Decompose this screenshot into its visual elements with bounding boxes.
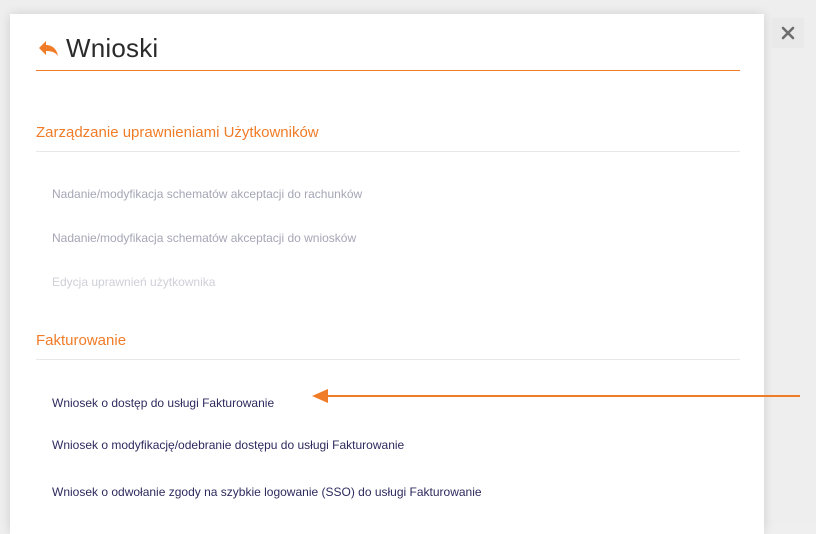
arrow-back-icon	[39, 41, 58, 56]
link-invoicing-access-request[interactable]: Wniosek o dostęp do usługi Fakturowanie	[52, 396, 274, 410]
dialog-title: Wnioski	[66, 32, 159, 63]
link-edit-user-permissions[interactable]: Edycja uprawnień użytkownika	[52, 275, 215, 289]
link-request-approval-schemes[interactable]: Nadanie/modyfikacja schematów akceptacji…	[52, 231, 356, 245]
arrow-left-annotation	[312, 389, 800, 403]
dialog-header: Wnioski	[36, 26, 740, 71]
close-icon	[781, 26, 795, 40]
close-button[interactable]	[772, 18, 804, 48]
back-button[interactable]	[36, 36, 60, 60]
section-title-user-permissions: Zarządzanie uprawnieniami Użytkowników	[36, 124, 740, 152]
link-account-approval-schemes[interactable]: Nadanie/modyfikacja schematów akceptacji…	[52, 187, 362, 201]
requests-dialog	[10, 14, 764, 534]
link-invoicing-revoke-sso[interactable]: Wniosek o odwołanie zgody na szybkie log…	[52, 485, 482, 499]
section-title-invoicing: Fakturowanie	[36, 332, 740, 360]
link-invoicing-modify-access[interactable]: Wniosek o modyfikację/odebranie dostępu …	[52, 438, 404, 452]
